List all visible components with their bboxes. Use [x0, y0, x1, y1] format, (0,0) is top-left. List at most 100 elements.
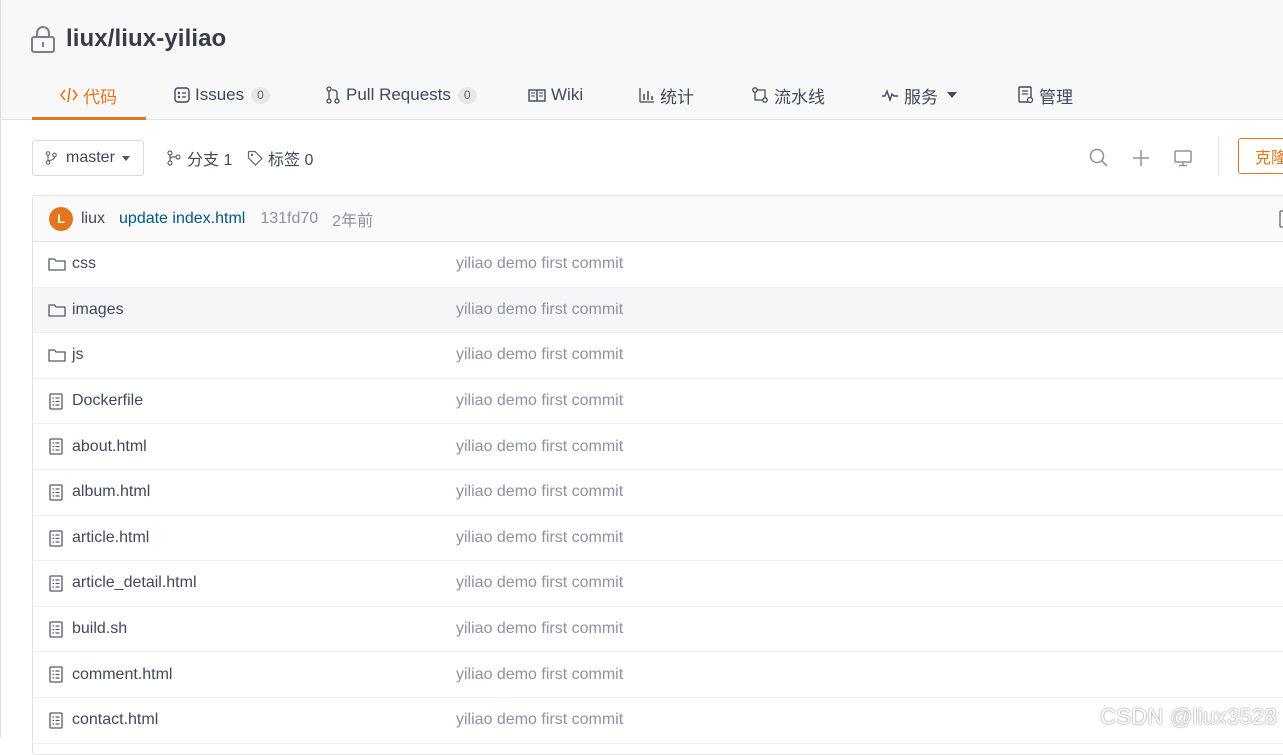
- file-row[interactable]: images yiliao demo first commit: [33, 287, 1283, 334]
- file-icon: [49, 621, 63, 643]
- file-icon: [49, 575, 63, 597]
- tag-icon: [247, 150, 263, 166]
- file-commit-message[interactable]: yiliao demo first commit: [456, 711, 623, 729]
- wiki-book-icon: [528, 88, 546, 102]
- file-commit-message[interactable]: yiliao demo first commit: [456, 438, 623, 456]
- file-name-link[interactable]: contact.html: [72, 711, 158, 729]
- file-name-link[interactable]: Dockerfile: [72, 392, 143, 410]
- file-row[interactable]: article.html yiliao demo first commit: [33, 516, 1283, 562]
- caret-down-icon: [121, 155, 130, 161]
- repo-header: liux/liux-yiliao 代码 Issues 0 Pull Reques…: [0, 0, 1283, 120]
- file-icon: [49, 438, 63, 460]
- file-name-link[interactable]: album.html: [72, 483, 150, 501]
- commit-message-link[interactable]: update index.html: [119, 210, 245, 228]
- tags-link[interactable]: 标签 0: [247, 140, 313, 176]
- branch-icon: [167, 150, 181, 166]
- tab-pull-requests[interactable]: Pull Requests 0: [325, 72, 477, 118]
- tab-stats-label: 统计: [660, 87, 694, 107]
- file-icon: [49, 666, 63, 688]
- latest-commit-bar: L liux update index.html 131fd70 2年前: [33, 196, 1283, 242]
- tab-pull-requests-label: Pull Requests: [346, 85, 451, 104]
- file-list: css yiliao demo first commit images yiliao …: [33, 242, 1283, 744]
- tab-code-label: 代码: [83, 87, 117, 107]
- pull-request-icon: [326, 86, 340, 104]
- branch-icon: [45, 151, 57, 165]
- folder-icon: [48, 256, 66, 277]
- tab-issues-label: Issues: [195, 85, 245, 104]
- file-icon: [49, 529, 63, 552]
- clone-download-button[interactable]: 克隆/下载: [1238, 138, 1283, 174]
- tab-pipeline-label: 流水线: [774, 87, 825, 107]
- branch-select-value: master: [66, 149, 115, 166]
- monitor-icon[interactable]: [1172, 147, 1194, 169]
- file-row[interactable]: Dockerfile yiliao demo first commit: [33, 379, 1283, 425]
- file-commit-message[interactable]: yiliao demo first commit: [456, 529, 623, 547]
- clone-download-label: 克隆/下载: [1255, 150, 1283, 167]
- file-row[interactable]: article_detail.html yiliao demo first com…: [33, 561, 1283, 607]
- branches-link[interactable]: 分支 1: [166, 140, 232, 176]
- folder-icon: [48, 347, 66, 368]
- file-row[interactable]: css yiliao demo first commit: [33, 242, 1283, 288]
- repo-toolbar: master 分支 1 标签 0 克隆/下载: [32, 136, 1283, 178]
- file-commit-message[interactable]: yiliao demo first commit: [456, 392, 623, 410]
- file-name-link[interactable]: article.html: [72, 529, 149, 547]
- watermark: CSDN @liux3528: [1100, 704, 1277, 729]
- file-name-link[interactable]: build.sh: [72, 620, 127, 638]
- commit-sha[interactable]: 131fd70: [260, 210, 318, 228]
- code-icon: [60, 87, 78, 103]
- tab-code[interactable]: 代码: [32, 72, 146, 120]
- lock-icon: [31, 26, 55, 53]
- file-commit-message[interactable]: yiliao demo first commit: [456, 620, 623, 638]
- commit-author[interactable]: liux: [81, 210, 105, 228]
- file-name-link[interactable]: about.html: [72, 438, 147, 456]
- branches-count-label: 分支 1: [187, 152, 233, 169]
- pull-requests-count-badge: 0: [457, 86, 477, 104]
- tab-wiki[interactable]: Wiki: [528, 72, 583, 118]
- pipeline-icon: [752, 87, 768, 103]
- file-commit-message[interactable]: yiliao demo first commit: [456, 346, 623, 364]
- tab-manage-label: 管理: [1039, 87, 1073, 107]
- bar-chart-icon: [639, 88, 654, 103]
- active-tab-indicator: [32, 117, 146, 120]
- file-row[interactable]: js yiliao demo first commit: [33, 333, 1283, 379]
- file-name-link[interactable]: comment.html: [72, 666, 172, 684]
- file-name-link[interactable]: css: [72, 255, 96, 273]
- history-icon[interactable]: [1279, 210, 1283, 228]
- file-row[interactable]: album.html yiliao demo first commit: [33, 470, 1283, 516]
- plus-icon[interactable]: [1130, 147, 1152, 169]
- issues-count-badge: 0: [251, 86, 270, 104]
- tab-services[interactable]: 服务: [881, 72, 957, 118]
- tab-wiki-label: Wiki: [551, 85, 584, 104]
- file-row[interactable]: comment.html yiliao demo first commit: [33, 652, 1283, 698]
- chevron-down-icon: [947, 92, 957, 98]
- tab-issues[interactable]: Issues 0: [174, 72, 270, 118]
- tab-stats[interactable]: 统计: [639, 72, 694, 118]
- repo-name[interactable]: liux/liux-yiliao: [66, 25, 226, 53]
- file-commit-message[interactable]: yiliao demo first commit: [456, 574, 623, 592]
- file-name-link[interactable]: images: [72, 301, 124, 319]
- file-name-link[interactable]: js: [72, 346, 84, 364]
- file-commit-message[interactable]: yiliao demo first commit: [456, 666, 623, 684]
- avatar[interactable]: L: [49, 206, 73, 231]
- tab-manage[interactable]: 管理: [1018, 72, 1073, 118]
- file-commit-message[interactable]: yiliao demo first commit: [456, 301, 623, 319]
- repo-title-bar: liux/liux-yiliao: [30, 22, 226, 56]
- tab-pipeline[interactable]: 流水线: [751, 72, 825, 118]
- search-icon[interactable]: [1088, 147, 1110, 169]
- folder-icon: [48, 302, 66, 323]
- settings-doc-icon: [1018, 86, 1034, 104]
- file-commit-message[interactable]: yiliao demo first commit: [456, 483, 623, 501]
- file-icon: [49, 393, 63, 415]
- file-list-panel: L liux update index.html 131fd70 2年前 css…: [32, 195, 1283, 755]
- issues-icon: [174, 87, 190, 103]
- file-row[interactable]: build.sh yiliao demo first commit: [33, 607, 1283, 653]
- file-row[interactable]: about.html yiliao demo first commit: [33, 424, 1283, 470]
- branch-select[interactable]: master: [32, 140, 144, 176]
- file-icon: [49, 484, 63, 506]
- commit-time: 2年前: [332, 212, 374, 230]
- file-icon: [49, 712, 63, 734]
- tags-count-label: 标签 0: [268, 152, 314, 169]
- file-commit-message[interactable]: yiliao demo first commit: [456, 255, 623, 273]
- file-name-link[interactable]: article_detail.html: [72, 574, 197, 592]
- pulse-icon: [882, 88, 898, 102]
